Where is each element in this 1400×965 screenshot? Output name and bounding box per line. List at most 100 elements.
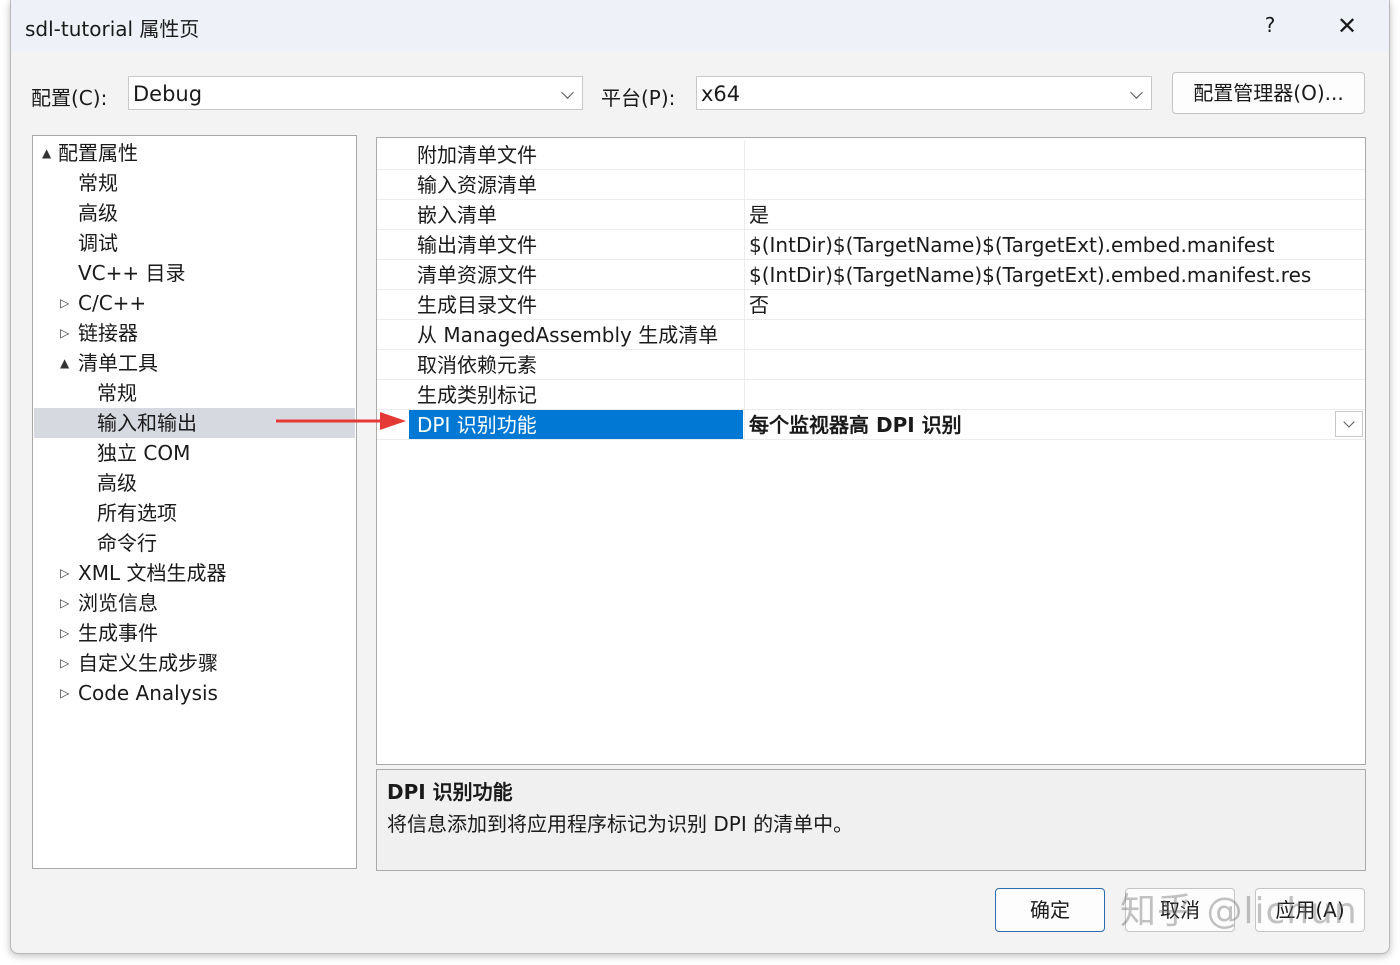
property-name: 附加清单文件 [417, 143, 537, 167]
chevron-down-icon [1130, 86, 1143, 99]
tree-item[interactable]: 常规 [34, 378, 355, 408]
tree-item-label: XML 文档生成器 [78, 561, 227, 585]
tree-item-label: 常规 [78, 171, 118, 195]
property-value[interactable]: 每个监视器高 DPI 识别 [744, 410, 1364, 439]
tree-item[interactable]: ▷ 浏览信息 [34, 588, 355, 618]
description-panel: DPI 识别功能 将信息添加到将应用程序标记为识别 DPI 的清单中。 [376, 769, 1366, 871]
tree-item-label: 命令行 [97, 531, 157, 555]
tree-item[interactable]: 所有选项 [34, 498, 355, 528]
collapse-arrow-icon[interactable]: ▲ [60, 348, 69, 378]
property-name: 从 ManagedAssembly 生成清单 [417, 323, 719, 347]
config-combo[interactable]: Debug [128, 76, 583, 110]
property-value[interactable]: 否 [744, 290, 1364, 319]
collapse-arrow-icon[interactable]: ▲ [42, 138, 51, 168]
tree-item-label: 独立 COM [97, 441, 191, 465]
tree-item-label: 高级 [78, 201, 118, 225]
platform-combo[interactable]: x64 [696, 76, 1152, 110]
tree-item-label: 配置属性 [58, 141, 138, 165]
tree-item-label: 调试 [78, 231, 118, 255]
property-value[interactable]: $(IntDir)$(TargetName)$(TargetExt).embed… [744, 260, 1364, 289]
platform-value: x64 [701, 82, 741, 106]
expand-arrow-icon[interactable]: ▷ [60, 288, 69, 318]
watermark: 知乎 @lichun [1120, 891, 1358, 932]
tree-item[interactable]: 高级 [34, 198, 355, 228]
tree-item-label: 链接器 [78, 321, 138, 345]
tree-item[interactable]: ▷ Code Analysis [34, 678, 355, 708]
help-button[interactable]: ? [1255, 10, 1285, 40]
property-row[interactable]: 嵌入清单 是 [377, 200, 1365, 230]
tree-item[interactable]: ▷ 自定义生成步骤 [34, 648, 355, 678]
property-name: 生成目录文件 [417, 293, 537, 317]
chevron-down-icon [1343, 416, 1355, 428]
property-name: 取消依赖元素 [417, 353, 537, 377]
property-value[interactable] [744, 380, 1364, 409]
expand-arrow-icon[interactable]: ▷ [60, 318, 69, 348]
chevron-down-icon [561, 86, 574, 99]
property-pages-dialog: sdl-tutorial 属性页 ? ✕ 配置(C): Debug 平台(P):… [10, 0, 1390, 954]
description-text: 将信息添加到将应用程序标记为识别 DPI 的清单中。 [387, 812, 854, 836]
property-name: DPI 识别功能 [409, 410, 743, 439]
property-row[interactable]: DPI 识别功能 每个监视器高 DPI 识别 [377, 410, 1365, 440]
expand-arrow-icon[interactable]: ▷ [60, 648, 69, 678]
tree-item-label: C/C++ [78, 291, 147, 315]
tree-item[interactable]: VC++ 目录 [34, 258, 355, 288]
window-title: sdl-tutorial 属性页 [25, 17, 200, 41]
property-row[interactable]: 生成类别标记 [377, 380, 1365, 410]
tree-item[interactable]: ▷ 链接器 [34, 318, 355, 348]
tree-item-label: 生成事件 [78, 621, 158, 645]
config-label: 配置(C): [31, 86, 108, 110]
tree-item-label: 自定义生成步骤 [78, 651, 218, 675]
property-name: 输入资源清单 [417, 173, 537, 197]
description-title: DPI 识别功能 [387, 780, 513, 804]
close-button[interactable]: ✕ [1329, 8, 1365, 44]
property-tree[interactable]: ▲ 配置属性 常规 高级 调试 VC++ 目录 ▷ C/C++ ▷ 链接器 ▲ 清单工具 常规 输入和输出… [32, 135, 357, 869]
property-name: 嵌入清单 [417, 203, 497, 227]
tree-item[interactable]: 高级 [34, 468, 355, 498]
ok-button[interactable]: 确定 [995, 888, 1105, 932]
property-name: 输出清单文件 [417, 233, 537, 257]
tree-item[interactable]: 独立 COM [34, 438, 355, 468]
tree-item[interactable]: 调试 [34, 228, 355, 258]
tree-item-label: VC++ 目录 [78, 261, 186, 285]
property-row[interactable]: 生成目录文件 否 [377, 290, 1365, 320]
tree-item-label: Code Analysis [78, 681, 218, 705]
property-name: 生成类别标记 [417, 383, 537, 407]
property-value[interactable] [744, 320, 1364, 349]
expand-arrow-icon[interactable]: ▷ [60, 588, 69, 618]
tree-item-label: 所有选项 [97, 501, 177, 525]
property-row[interactable]: 取消依赖元素 [377, 350, 1365, 380]
property-row[interactable]: 从 ManagedAssembly 生成清单 [377, 320, 1365, 350]
property-grid[interactable]: 附加清单文件 输入资源清单 嵌入清单 是输出清单文件 $(IntDir)$(Target… [376, 137, 1366, 765]
tree-item[interactable]: 常规 [34, 168, 355, 198]
tree-item-label: 输入和输出 [97, 411, 197, 435]
tree-item[interactable]: ▲ 配置属性 [34, 138, 355, 168]
config-manager-button[interactable]: 配置管理器(O)... [1172, 72, 1365, 114]
property-dropdown-button[interactable] [1335, 411, 1363, 437]
property-row[interactable]: 清单资源文件 $(IntDir)$(TargetName)$(TargetExt)… [377, 260, 1365, 290]
tree-item-label: 常规 [97, 381, 137, 405]
tree-item[interactable]: ▲ 清单工具 [34, 348, 355, 378]
config-value: Debug [133, 82, 203, 106]
expand-arrow-icon[interactable]: ▷ [60, 678, 69, 708]
property-row[interactable]: 附加清单文件 [377, 140, 1365, 170]
tree-item[interactable]: ▷ XML 文档生成器 [34, 558, 355, 588]
tree-item-label: 清单工具 [78, 351, 158, 375]
expand-arrow-icon[interactable]: ▷ [60, 618, 69, 648]
property-name: 清单资源文件 [417, 263, 537, 287]
property-value[interactable]: $(IntDir)$(TargetName)$(TargetExt).embed… [744, 230, 1364, 259]
tree-item[interactable]: ▷ 生成事件 [34, 618, 355, 648]
expand-arrow-icon[interactable]: ▷ [60, 558, 69, 588]
tree-item[interactable]: ▷ C/C++ [34, 288, 355, 318]
property-value[interactable] [744, 350, 1364, 379]
platform-label: 平台(P): [601, 86, 676, 110]
property-value[interactable] [744, 170, 1364, 199]
tree-item[interactable]: 命令行 [34, 528, 355, 558]
tree-item-label: 高级 [97, 471, 137, 495]
property-row[interactable]: 输出清单文件 $(IntDir)$(TargetName)$(TargetExt)… [377, 230, 1365, 260]
property-value[interactable] [744, 140, 1364, 169]
annotation-arrow-icon [276, 412, 406, 430]
property-row[interactable]: 输入资源清单 [377, 170, 1365, 200]
title-bar: sdl-tutorial 属性页 ? ✕ [11, 0, 1389, 52]
tree-item-label: 浏览信息 [78, 591, 158, 615]
property-value[interactable]: 是 [744, 200, 1364, 229]
